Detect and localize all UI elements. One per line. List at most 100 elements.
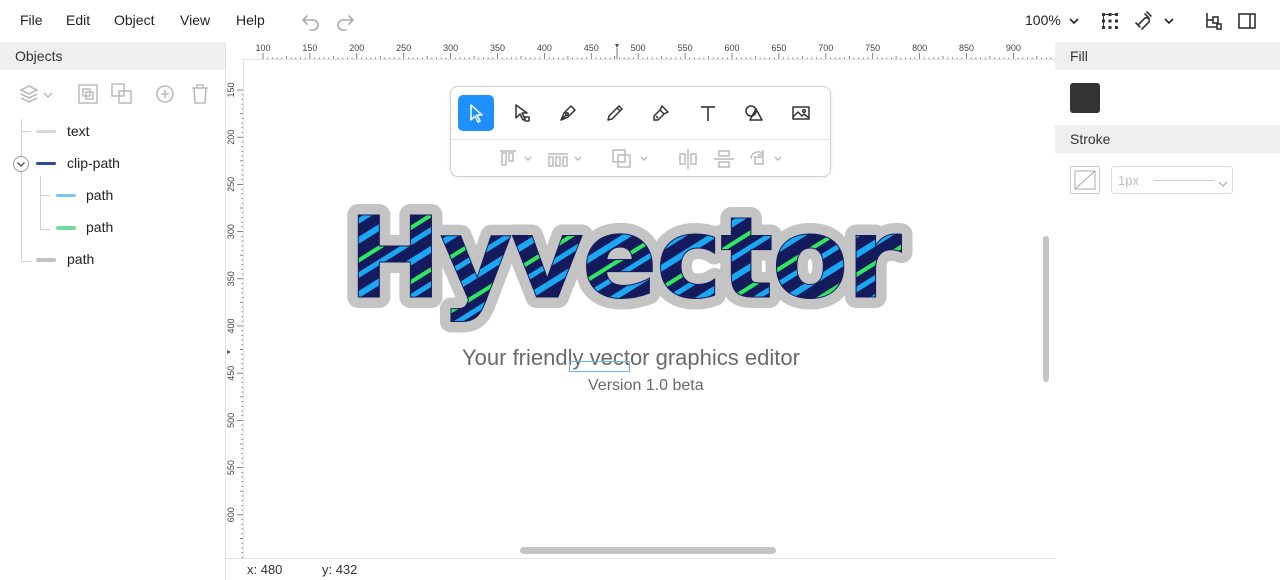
zoom-level[interactable]: 100% bbox=[1025, 12, 1061, 28]
boolean-ops-dropdown[interactable] bbox=[611, 147, 651, 171]
select-tool-button[interactable] bbox=[458, 95, 494, 131]
tree-item-path[interactable]: path bbox=[50, 184, 220, 208]
pencil-tool-button[interactable] bbox=[597, 95, 633, 131]
ruler-label: 400 bbox=[537, 43, 552, 53]
ungroup-icon[interactable] bbox=[110, 82, 134, 106]
ruler-label: 200 bbox=[226, 130, 236, 145]
tree-thumb bbox=[36, 162, 56, 165]
horizontal-ruler: 100 150 200 250 300 350 400 450 500 550 600 650 700 7… bbox=[242, 42, 1055, 60]
panel-toggle-icon[interactable] bbox=[1236, 10, 1258, 32]
brush-icon bbox=[653, 105, 669, 121]
ruler-cursor-marker bbox=[227, 350, 231, 354]
stroke-preview-line bbox=[1154, 180, 1214, 181]
menu-file[interactable]: File bbox=[20, 12, 43, 28]
ruler-label: 600 bbox=[724, 43, 739, 53]
grid-icon[interactable] bbox=[1099, 10, 1121, 32]
tagline-text[interactable]: Your friendly vector graphics editor bbox=[462, 345, 800, 371]
align-top-icon bbox=[500, 150, 532, 166]
tree-item-label: clip-path bbox=[67, 155, 120, 171]
tree-item-path[interactable]: path bbox=[50, 216, 220, 240]
ruler-label: 850 bbox=[959, 43, 974, 53]
ruler-label: 400 bbox=[226, 318, 236, 333]
cursor-x-coord: x: 480 bbox=[247, 562, 283, 577]
clip-path-expander[interactable] bbox=[13, 156, 29, 172]
redo-icon[interactable] bbox=[334, 10, 356, 32]
version-text[interactable]: Version 1.0 beta bbox=[588, 377, 704, 395]
snap-magnet-icon[interactable] bbox=[1133, 10, 1155, 32]
ruler-label: 300 bbox=[226, 224, 236, 239]
objects-panel: Objects text clip-path path path path bbox=[0, 42, 226, 580]
undo-icon[interactable] bbox=[300, 10, 322, 32]
transform-dropdown[interactable] bbox=[747, 147, 787, 171]
zoom-chevron-down-icon[interactable] bbox=[1068, 14, 1080, 26]
floating-toolbar bbox=[450, 86, 831, 177]
ruler-label: 300 bbox=[443, 43, 458, 53]
node-cursor-icon bbox=[515, 104, 530, 122]
ruler-label: 800 bbox=[912, 43, 927, 53]
ruler-cursor-marker bbox=[615, 44, 619, 48]
cursor-y-coord: y: 432 bbox=[322, 562, 358, 577]
shapes-tool-button[interactable] bbox=[736, 95, 772, 131]
canvas-area[interactable]: 100 150 200 250 300 350 400 450 500 550 600 650 700 7… bbox=[226, 42, 1055, 559]
hyvector-logo[interactable]: Hyvector Hyvector bbox=[336, 192, 956, 352]
stroke-width-value: 1px bbox=[1118, 173, 1139, 188]
distribute-icon bbox=[548, 153, 582, 167]
stroke-width-select[interactable]: 1px bbox=[1111, 166, 1233, 194]
vertical-scrollbar[interactable] bbox=[1043, 236, 1049, 382]
tree-item-label: path bbox=[86, 219, 114, 235]
snap-chevron-down-icon[interactable] bbox=[1163, 10, 1177, 32]
layers-tree-icon[interactable] bbox=[1202, 10, 1224, 32]
delete-trash-icon[interactable] bbox=[188, 82, 212, 106]
stroke-color-swatch[interactable] bbox=[1070, 166, 1100, 194]
menu-view[interactable]: View bbox=[180, 12, 210, 28]
tree-item-path[interactable]: path bbox=[30, 248, 220, 272]
tree-guide-line bbox=[40, 176, 41, 230]
flip-horizontal-button[interactable] bbox=[676, 147, 700, 171]
ruler-label: 700 bbox=[818, 43, 833, 53]
flip-vertical-button[interactable] bbox=[712, 147, 736, 171]
add-object-icon[interactable] bbox=[153, 82, 177, 106]
boolean-icon bbox=[612, 149, 648, 168]
top-menu-bar: File Edit Object View Help 100% bbox=[0, 0, 1280, 42]
cursor-icon bbox=[470, 104, 483, 123]
ruler-label: 450 bbox=[584, 43, 599, 53]
menu-edit[interactable]: Edit bbox=[66, 12, 90, 28]
horizontal-scrollbar[interactable] bbox=[520, 547, 776, 554]
brush-tool-button[interactable] bbox=[643, 95, 679, 131]
ruler-label: 350 bbox=[490, 43, 505, 53]
tree-guide-line bbox=[21, 119, 22, 262]
ruler-label: 150 bbox=[302, 43, 317, 53]
image-tool-button[interactable] bbox=[783, 95, 819, 131]
menu-help[interactable]: Help bbox=[236, 12, 265, 28]
fill-section-title: Fill bbox=[1055, 42, 1280, 70]
tree-item-label: path bbox=[86, 187, 114, 203]
text-tool-button[interactable] bbox=[690, 95, 726, 131]
tree-item-label: text bbox=[67, 123, 90, 139]
rotate-icon bbox=[750, 150, 782, 165]
stroke-section-title: Stroke bbox=[1055, 125, 1280, 153]
direct-select-tool-button[interactable] bbox=[504, 95, 540, 131]
pen-tool-button[interactable] bbox=[550, 95, 586, 131]
align-dropdown[interactable] bbox=[497, 147, 535, 171]
ruler-label: 500 bbox=[226, 413, 236, 428]
svg-text:Hyvector: Hyvector bbox=[348, 194, 902, 324]
layer-order-icon[interactable] bbox=[18, 82, 42, 106]
tree-thumb bbox=[56, 194, 76, 197]
ruler-label: 650 bbox=[771, 43, 786, 53]
ruler-label: 250 bbox=[396, 43, 411, 53]
fill-color-swatch[interactable] bbox=[1070, 83, 1100, 113]
layer-order-chevron-icon[interactable] bbox=[42, 82, 54, 106]
ruler-label: 150 bbox=[226, 82, 236, 97]
text-t-icon bbox=[701, 106, 715, 121]
group-icon[interactable] bbox=[76, 82, 100, 106]
distribute-dropdown[interactable] bbox=[546, 147, 586, 171]
objects-toolbar bbox=[0, 82, 226, 108]
menu-object[interactable]: Object bbox=[114, 12, 154, 28]
ruler-label: 450 bbox=[226, 366, 236, 381]
tree-item-clip-path[interactable]: clip-path bbox=[30, 152, 220, 176]
selection-box[interactable] bbox=[569, 361, 630, 372]
image-icon bbox=[792, 106, 810, 120]
tree-thumb bbox=[56, 226, 76, 230]
no-stroke-icon bbox=[1074, 170, 1096, 190]
tree-item-text[interactable]: text bbox=[30, 120, 220, 144]
